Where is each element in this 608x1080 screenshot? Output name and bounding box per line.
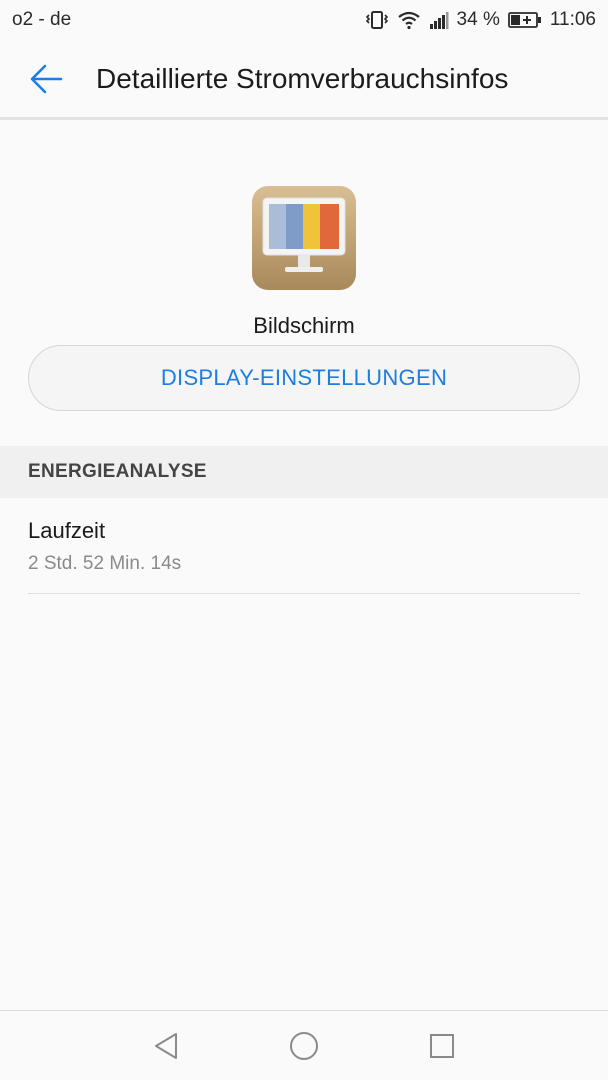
- home-circle-icon: [288, 1030, 320, 1062]
- page-title: Detaillierte Stromverbrauchsinfos: [96, 62, 509, 94]
- back-triangle-icon: [152, 1031, 180, 1061]
- signal-icon: [429, 11, 449, 29]
- display-monitor-icon: [251, 185, 357, 291]
- status-bar: o2 - de 34 % 11:06: [0, 0, 608, 40]
- recents-square-icon: [428, 1032, 456, 1060]
- nav-back-button[interactable]: [146, 1026, 186, 1066]
- clock: 11:06: [549, 9, 596, 30]
- back-button[interactable]: [16, 49, 76, 109]
- list-item-runtime: Laufzeit 2 Std. 52 Min. 14s: [28, 498, 580, 594]
- app-name: Bildschirm: [253, 313, 355, 338]
- app-bar: Detaillierte Stromverbrauchsinfos: [0, 40, 608, 120]
- runtime-label: Laufzeit: [28, 518, 106, 543]
- battery-charging-icon: [507, 11, 542, 29]
- vibrate-icon: [365, 10, 389, 30]
- runtime-value: 2 Std. 52 Min. 14s: [28, 553, 182, 574]
- battery-detail-screen: o2 - de 34 % 11:06 Detaillierte Stromver…: [0, 0, 608, 1080]
- app-summary: Bildschirm DISPLAY-EINSTELLUNGEN: [0, 123, 608, 411]
- nav-home-button[interactable]: [284, 1026, 324, 1066]
- arrow-left-icon: [29, 64, 63, 94]
- navigation-bar: [0, 1010, 608, 1080]
- battery-percent: 34 %: [456, 9, 500, 30]
- section-header-energy-analysis: ENERGIEANALYSE: [0, 446, 608, 498]
- nav-recents-button[interactable]: [422, 1026, 462, 1066]
- display-settings-button[interactable]: DISPLAY-EINSTELLUNGEN: [28, 345, 580, 411]
- wifi-icon: [397, 10, 421, 30]
- carrier-name: o2 - de: [12, 9, 72, 30]
